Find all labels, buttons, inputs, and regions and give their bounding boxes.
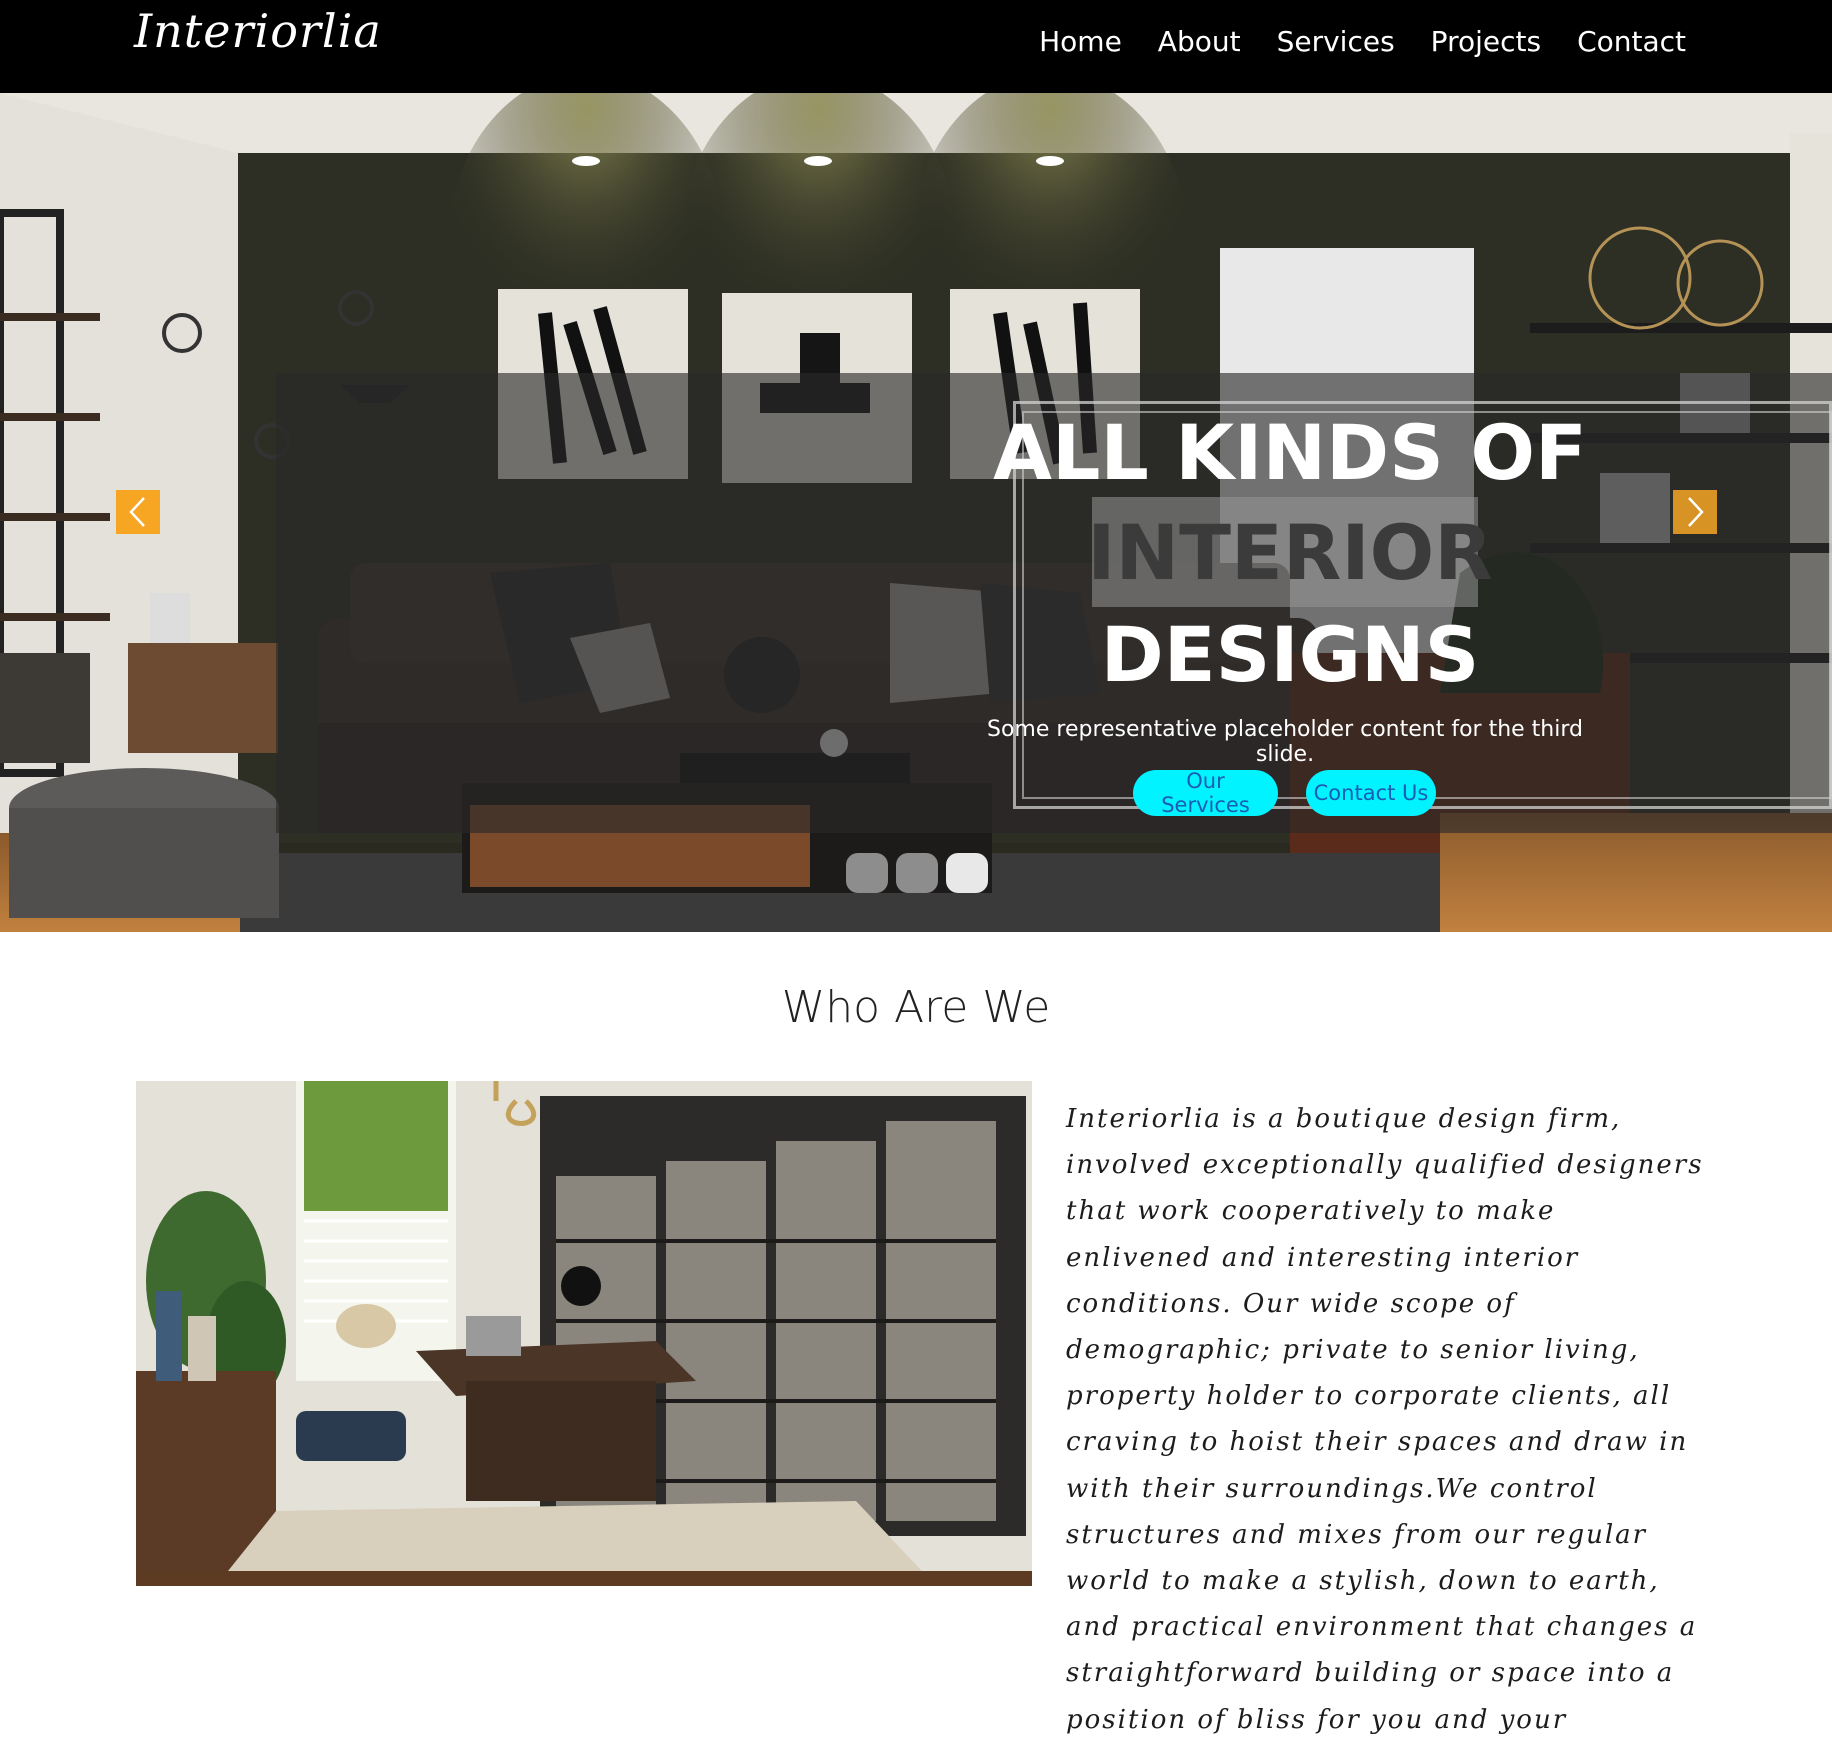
about-paragraph: Interiorlia is a boutique design firm, i… — [1066, 1104, 1704, 1735]
our-services-button[interactable]: Our Services — [1133, 769, 1278, 817]
carousel-next-button[interactable] — [1673, 490, 1717, 534]
brand-logo[interactable]: Interiorlia — [134, 4, 382, 58]
top-navbar: Interiorlia Home About Services Projects… — [0, 0, 1832, 93]
office-photo — [136, 1081, 1032, 1586]
nav-projects[interactable]: Projects — [1431, 25, 1541, 58]
carousel-indicators — [846, 853, 988, 893]
carousel-prev-button[interactable] — [116, 490, 160, 534]
hero-title-line2: INTERIOR — [1087, 508, 1493, 597]
nav-about[interactable]: About — [1158, 25, 1241, 58]
chevron-right-icon — [1688, 497, 1704, 527]
office-illustration — [136, 1081, 1032, 1586]
hero-carousel: ALL KINDS OF INTERIOR DESIGNS Some repre… — [0, 93, 1832, 932]
chevron-left-icon — [129, 497, 145, 527]
nav-services[interactable]: Services — [1277, 25, 1395, 58]
hero-title-line1: ALL KINDS OF — [993, 408, 1587, 497]
about-section-title: Who Are We — [781, 982, 1051, 1033]
nav-menu: Home About Services Projects Contact — [1039, 25, 1686, 58]
nav-home[interactable]: Home — [1039, 25, 1122, 58]
carousel-indicator-2[interactable] — [896, 853, 938, 893]
carousel-indicator-3[interactable] — [946, 853, 988, 893]
carousel-indicator-1[interactable] — [846, 853, 888, 893]
hero-title-line3: DESIGNS — [1100, 610, 1480, 699]
nav-contact[interactable]: Contact — [1577, 25, 1686, 58]
contact-us-button[interactable]: Contact Us — [1306, 770, 1436, 816]
hero-subtitle: Some representative placeholder content … — [987, 717, 1583, 767]
